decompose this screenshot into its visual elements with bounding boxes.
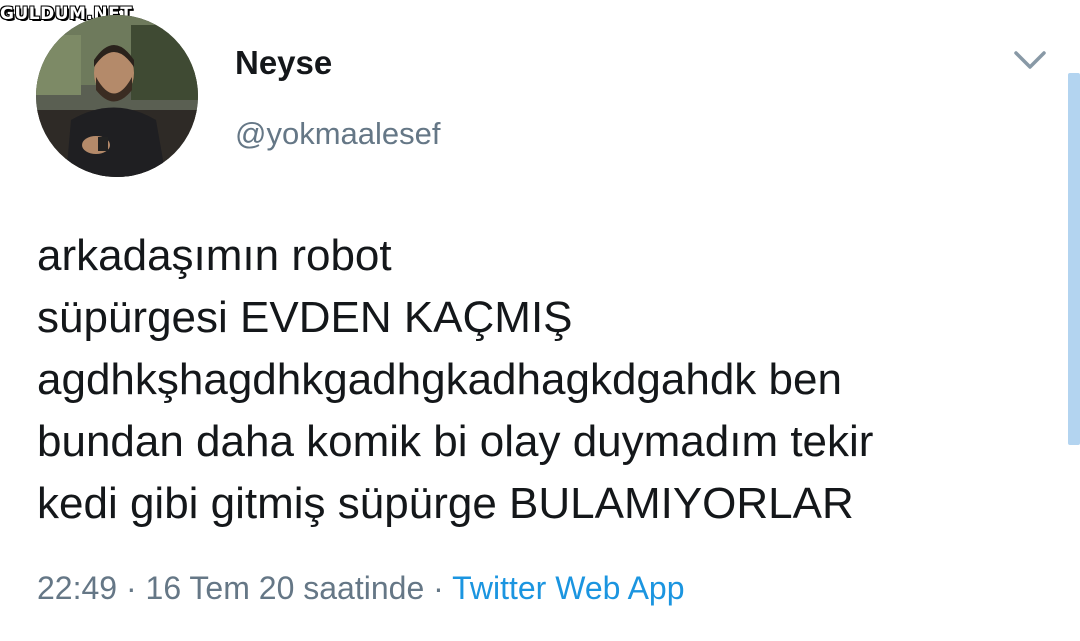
tweet-source-link[interactable]: Twitter Web App: [452, 570, 684, 606]
tweet-text: arkadaşımın robot süpürgesi EVDEN KAÇMIŞ…: [37, 231, 874, 528]
tweet-date[interactable]: 16 Tem 20 saatinde: [146, 570, 425, 606]
avatar[interactable]: [36, 15, 198, 177]
display-name[interactable]: Neyse: [235, 44, 332, 82]
meta-separator: ·: [117, 570, 146, 606]
profile-photo: [36, 15, 198, 177]
tweet-time[interactable]: 22:49: [37, 570, 117, 606]
chevron-down-icon[interactable]: [1010, 45, 1050, 75]
tweet-meta: 22:49 · 16 Tem 20 saatinde · Twitter Web…: [37, 570, 685, 607]
meta-separator: ·: [424, 570, 453, 606]
scrollbar[interactable]: [1068, 73, 1080, 445]
user-handle[interactable]: @yokmaalesef: [235, 116, 441, 152]
